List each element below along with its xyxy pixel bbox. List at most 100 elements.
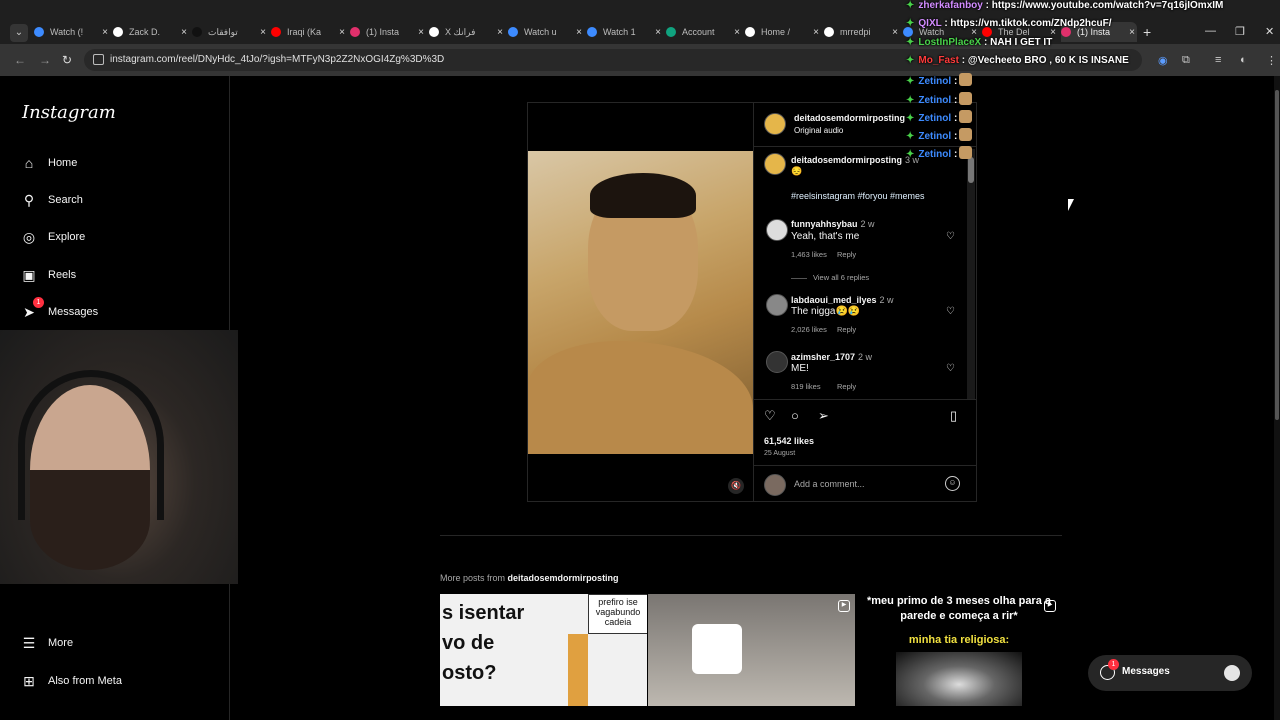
home-icon: ⌂ (24, 155, 34, 171)
browser-tab[interactable]: Home / × (745, 22, 821, 42)
lion-image (528, 151, 753, 454)
post-thumbnail[interactable]: s isentar vo de osto? prefiro ise vagabund… (440, 594, 647, 706)
page-scrollbar[interactable] (1274, 76, 1280, 720)
tab-close-icon[interactable]: × (732, 27, 742, 38)
browser-tab[interactable]: Account × (666, 22, 742, 42)
tab-close-icon[interactable]: × (574, 27, 584, 38)
comment-author[interactable]: funnyahhsybau 2 w (791, 219, 875, 229)
reel-video[interactable]: 🔇 (528, 103, 753, 501)
post-thumbnail[interactable]: ▶ (648, 594, 855, 706)
audio-label[interactable]: Original audio (794, 126, 843, 135)
chat-username: Mo_Fast (918, 54, 959, 66)
chat-badge-icon: ✦ (906, 94, 915, 106)
chat-text: : (953, 112, 958, 124)
reply-button[interactable]: Reply (837, 250, 856, 259)
scroll-thumb[interactable] (968, 157, 974, 183)
comment-user: funnyahhsybau (791, 219, 858, 229)
caption-author[interactable]: deitadosemdormirposting 3 w (791, 155, 919, 165)
reload-button[interactable]: ↻ (62, 53, 72, 67)
browser-tab[interactable]: Watch 1 × (587, 22, 663, 42)
site-info-icon[interactable] (93, 54, 104, 65)
comment-avatar[interactable] (766, 294, 788, 316)
chat-badge-icon: ✦ (906, 76, 915, 88)
likes-count[interactable]: 61,542 likes (764, 436, 814, 446)
headset (18, 370, 164, 520)
tab-close-icon[interactable]: × (890, 27, 900, 38)
tab-close-icon[interactable]: × (811, 27, 821, 38)
comment-text: The nigga😢😢 (791, 306, 861, 317)
comment-avatar[interactable] (766, 219, 788, 241)
comment-likes[interactable]: 819 likes (791, 382, 821, 391)
chat-emote-icon (959, 146, 973, 160)
comment-icon[interactable]: ○ (791, 408, 799, 423)
post-thumbnail[interactable]: *meu primo de 3 meses olha para a parede… (856, 594, 1062, 706)
messages-label: Messages (1122, 666, 1170, 677)
browser-tab[interactable]: (1) Insta × (350, 22, 426, 42)
comment-likes[interactable]: 1,463 likes (791, 250, 827, 259)
browser-tab[interactable]: Zack D. × (113, 22, 189, 42)
tab-close-icon[interactable]: × (416, 27, 426, 38)
forward-button[interactable]: → (39, 53, 51, 67)
browser-tab[interactable]: Watch u × (508, 22, 584, 42)
nav-explore[interactable]: ◎ Explore (20, 225, 85, 249)
comment-user: azimsher_1707 (791, 352, 856, 362)
reel-icon: ▶ (838, 600, 850, 612)
comment-likes[interactable]: 2,026 likes (791, 325, 827, 334)
emoji-icon[interactable]: ☺ (945, 476, 960, 491)
like-comment-icon[interactable]: ♡ (946, 363, 955, 374)
thumbnail-stripe (568, 634, 588, 706)
nav-also-from-meta[interactable]: ⊞ Also from Meta (20, 669, 122, 693)
more-posts-author[interactable]: deitadosemdormirposting (508, 573, 619, 583)
nav-home[interactable]: ⌂ Home (20, 151, 78, 175)
browser-tab[interactable]: X فرانك × (429, 22, 505, 42)
comment-author[interactable]: azimsher_1707 2 w (791, 352, 872, 362)
thumbnail-card (692, 624, 742, 674)
save-icon[interactable]: ▯ (950, 408, 957, 424)
messages-pill[interactable]: 1 Messages (1088, 655, 1252, 691)
tab-close-icon[interactable]: × (100, 27, 110, 38)
nav-label: Also from Meta (48, 675, 122, 687)
reel-icon: ▶ (1044, 600, 1056, 612)
share-icon[interactable]: ➢ (818, 408, 829, 424)
tab-favicon-icon (429, 27, 439, 37)
chat-message: ✦ Zetinol : (906, 91, 973, 106)
chat-badge-icon: ✦ (906, 149, 915, 161)
nav-messages[interactable]: ➤ 1 Messages (20, 297, 98, 324)
comments-scrollbar[interactable] (967, 149, 975, 399)
nav-search[interactable]: ⚲ Search (20, 188, 83, 212)
nav-reels[interactable]: ▣ Reels (20, 263, 76, 287)
caption-avatar[interactable] (764, 153, 786, 175)
like-comment-icon[interactable]: ♡ (946, 231, 955, 242)
reply-button[interactable]: Reply (837, 382, 856, 391)
section-divider (440, 535, 1062, 536)
comment-author[interactable]: labdaoui_med_ilyes 2 w (791, 295, 894, 305)
compass-icon: ◎ (22, 228, 36, 245)
tab-close-icon[interactable]: × (179, 27, 189, 38)
nav-more[interactable]: ☰ More (20, 631, 73, 655)
browser-tab[interactable]: توافقات × (192, 22, 268, 42)
author-name[interactable]: deitadosemdormirposting (794, 113, 905, 123)
comments-panel: deitadosemdormirposting Original audio d… (753, 103, 977, 501)
author-avatar[interactable] (764, 113, 786, 135)
browser-tab[interactable]: Watch (! × (34, 22, 110, 42)
browser-tab[interactable]: Iraqi (Ka × (271, 22, 347, 42)
like-icon[interactable]: ♡ (764, 408, 776, 424)
add-comment-input[interactable]: Add a comment... (794, 479, 865, 489)
view-replies-link[interactable]: View all 6 replies (791, 273, 881, 282)
tab-close-icon[interactable]: × (653, 27, 663, 38)
tab-close-icon[interactable]: × (495, 27, 505, 38)
hashtags[interactable]: #reelsinstagram #foryou #memes (791, 191, 925, 201)
messages-badge: 1 (1108, 659, 1119, 670)
tab-close-icon[interactable]: × (337, 27, 347, 38)
chat-username: LostInPlaceX (918, 36, 982, 48)
tab-close-icon[interactable]: × (258, 27, 268, 38)
comment-avatar[interactable] (766, 351, 788, 373)
instagram-logo[interactable]: Instagram (22, 102, 116, 123)
like-comment-icon[interactable]: ♡ (946, 306, 955, 317)
back-button[interactable]: ← (14, 53, 26, 67)
browser-tab[interactable]: mrredpi × (824, 22, 900, 42)
mute-button[interactable]: 🔇 (728, 478, 744, 494)
tab-search-button[interactable]: ⌄ (10, 24, 28, 42)
tab-title: X فرانك (445, 26, 476, 37)
reply-button[interactable]: Reply (837, 325, 856, 334)
